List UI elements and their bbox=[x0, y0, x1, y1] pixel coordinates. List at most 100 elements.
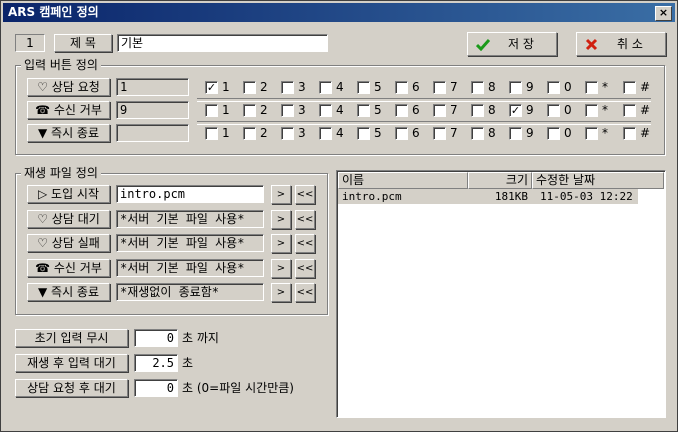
option-checkbox[interactable] bbox=[281, 81, 294, 94]
column-header-name[interactable]: 이름 bbox=[338, 172, 468, 189]
option-label: 3 bbox=[298, 126, 306, 140]
option-checkbox[interactable] bbox=[319, 81, 332, 94]
option-checkbox[interactable] bbox=[433, 104, 446, 117]
timer-label: 초기 입력 무시 bbox=[15, 329, 128, 347]
play-file-input[interactable]: *서버 기본 파일 사용* bbox=[116, 234, 264, 252]
option-checkbox[interactable]: ✓ bbox=[205, 81, 218, 94]
option-checkbox[interactable] bbox=[623, 127, 636, 140]
option-label: # bbox=[640, 80, 651, 94]
option-checkbox[interactable] bbox=[243, 81, 256, 94]
file-list[interactable]: 이름 크기 수정한 날짜 intro.pcm 181KB 11-05-03 12… bbox=[336, 170, 666, 418]
title-input[interactable]: 기본 bbox=[117, 34, 328, 52]
timer-suffix: 초 (0=파일 시간만큼) bbox=[182, 381, 294, 395]
window-title: ARS 캠페인 정의 bbox=[8, 5, 99, 19]
option-label: 1 bbox=[222, 80, 230, 94]
option-checkbox[interactable] bbox=[243, 127, 256, 140]
input-row-value[interactable]: 9 bbox=[116, 101, 189, 119]
table-row[interactable]: intro.pcm 181KB 11-05-03 12:22 bbox=[338, 189, 638, 204]
option-label: 9 bbox=[526, 80, 534, 94]
cancel-button[interactable]: 취 소 bbox=[576, 32, 666, 56]
option-checkbox[interactable] bbox=[471, 81, 484, 94]
option-checkbox[interactable] bbox=[281, 127, 294, 140]
timer-input[interactable]: 0 bbox=[134, 329, 178, 347]
option-checkbox[interactable] bbox=[243, 104, 256, 117]
play-row-label: ▷ 도입 시작 bbox=[27, 185, 110, 203]
down-triangle-icon: ▼ bbox=[37, 285, 48, 299]
clear-file-button[interactable]: << bbox=[295, 258, 315, 278]
input-row-label-text: 상담 요청 bbox=[51, 80, 100, 94]
select-file-button[interactable]: > bbox=[271, 209, 291, 229]
option-checkbox[interactable] bbox=[623, 104, 636, 117]
input-row-label: ▼ 즉시 종료 bbox=[27, 124, 110, 142]
column-header-date[interactable]: 수정한 날짜 bbox=[532, 172, 664, 189]
option-checkbox[interactable] bbox=[471, 104, 484, 117]
play-file-input[interactable]: *서버 기본 파일 사용* bbox=[116, 209, 264, 228]
timer-input[interactable]: 0 bbox=[134, 379, 178, 397]
save-label: 저 장 bbox=[508, 37, 534, 51]
play-icon: ▷ bbox=[37, 187, 48, 201]
option-checkbox[interactable] bbox=[471, 127, 484, 140]
option-checkbox[interactable] bbox=[395, 104, 408, 117]
option-checkbox[interactable] bbox=[205, 127, 218, 140]
option-label: # bbox=[640, 126, 651, 140]
clear-file-button[interactable]: << bbox=[295, 234, 315, 253]
option-checkbox[interactable] bbox=[205, 104, 218, 117]
option-checkbox[interactable] bbox=[357, 127, 370, 140]
timer-suffix: 초 까지 bbox=[182, 331, 219, 345]
option-label: 1 bbox=[222, 103, 230, 117]
option-label: 8 bbox=[488, 126, 496, 140]
option-checkbox[interactable] bbox=[547, 104, 560, 117]
input-row-value[interactable]: 1 bbox=[116, 78, 189, 96]
close-button[interactable]: × bbox=[655, 6, 672, 21]
option-checkbox[interactable] bbox=[547, 81, 560, 94]
option-checkbox[interactable] bbox=[509, 81, 522, 94]
clear-file-button[interactable]: << bbox=[295, 283, 315, 302]
option-label: 2 bbox=[260, 80, 268, 94]
option-label: 2 bbox=[260, 103, 268, 117]
option-checkbox[interactable] bbox=[319, 127, 332, 140]
option-checkbox[interactable] bbox=[357, 81, 370, 94]
option-label: * bbox=[602, 103, 608, 117]
option-checkbox[interactable] bbox=[433, 127, 446, 140]
select-file-button[interactable]: > bbox=[271, 185, 291, 204]
option-checkbox[interactable] bbox=[585, 81, 598, 94]
option-checkbox[interactable] bbox=[433, 81, 446, 94]
option-checkbox[interactable] bbox=[623, 81, 636, 94]
option-label: 0 bbox=[564, 103, 572, 117]
select-file-button[interactable]: > bbox=[271, 258, 291, 278]
timer-input[interactable]: 2.5 bbox=[134, 354, 178, 372]
heart-icon: ♡ bbox=[37, 211, 48, 226]
option-label: 5 bbox=[374, 103, 382, 117]
option-checkbox[interactable] bbox=[509, 127, 522, 140]
input-row-label-text: 즉시 종료 bbox=[51, 126, 100, 140]
option-label: 1 bbox=[222, 126, 230, 140]
title-bar: ARS 캠페인 정의 × bbox=[3, 3, 675, 22]
option-label: 7 bbox=[450, 103, 458, 117]
save-button[interactable]: 저 장 bbox=[467, 32, 557, 56]
play-file-input[interactable]: intro.pcm bbox=[116, 185, 264, 203]
option-checkbox[interactable] bbox=[319, 104, 332, 117]
play-group-label: 재생 파일 정의 bbox=[21, 166, 101, 180]
input-row-value[interactable] bbox=[116, 124, 189, 142]
file-name: intro.pcm bbox=[342, 190, 402, 203]
heart-icon: ♡ bbox=[37, 236, 48, 250]
clear-file-button[interactable]: << bbox=[295, 185, 315, 204]
option-checkbox[interactable] bbox=[585, 127, 598, 140]
play-row-label-text: 상담 대기 bbox=[51, 211, 100, 226]
campaign-id: 1 bbox=[15, 34, 45, 52]
play-file-input[interactable]: *서버 기본 파일 사용* bbox=[116, 258, 264, 277]
option-label: 4 bbox=[336, 103, 344, 117]
option-checkbox[interactable]: ✓ bbox=[509, 104, 522, 117]
play-row-label: ♡ 상담 대기 bbox=[27, 209, 110, 228]
select-file-button[interactable]: > bbox=[271, 283, 291, 302]
option-checkbox[interactable] bbox=[395, 127, 408, 140]
option-checkbox[interactable] bbox=[585, 104, 598, 117]
option-checkbox[interactable] bbox=[395, 81, 408, 94]
option-checkbox[interactable] bbox=[281, 104, 294, 117]
play-file-input[interactable]: *재생없이 종료함* bbox=[116, 283, 264, 301]
column-header-size[interactable]: 크기 bbox=[468, 172, 532, 189]
option-checkbox[interactable] bbox=[357, 104, 370, 117]
option-checkbox[interactable] bbox=[547, 127, 560, 140]
clear-file-button[interactable]: << bbox=[295, 209, 315, 229]
select-file-button[interactable]: > bbox=[271, 234, 291, 253]
